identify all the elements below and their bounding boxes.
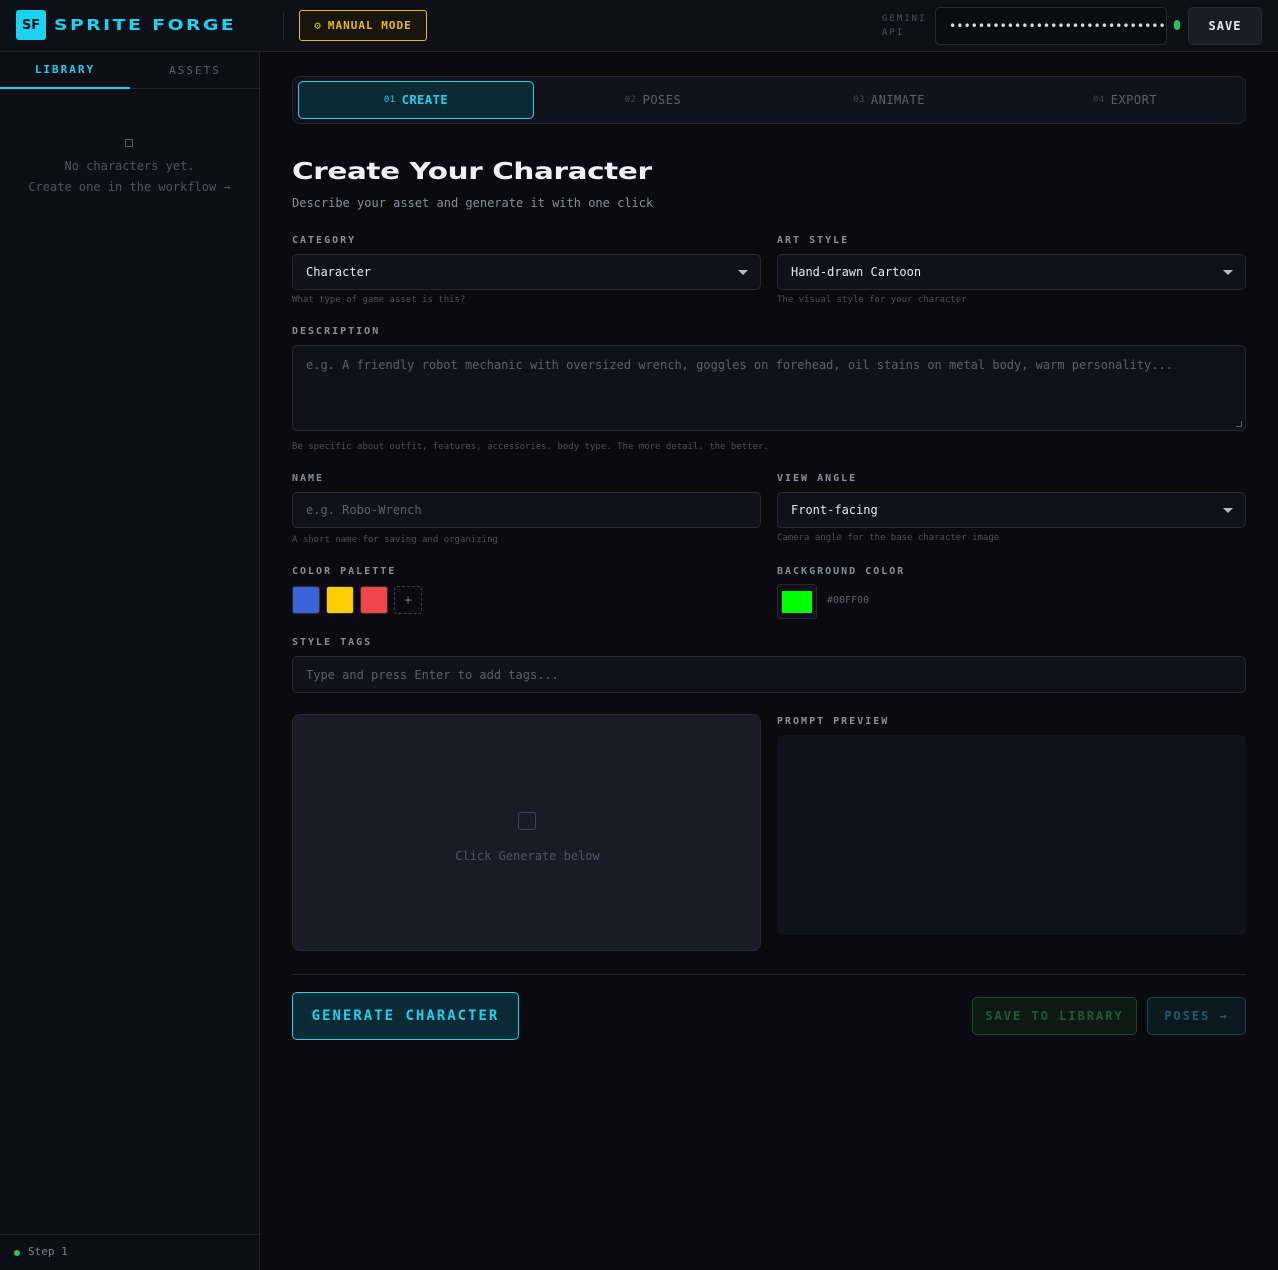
step-label: CREATE	[401, 93, 449, 107]
background-color-hex: #00FF00	[827, 595, 870, 606]
sidebar-tabs: LIBRARY ASSETS	[0, 52, 259, 89]
art-style-hint: The visual style for your character	[777, 295, 967, 305]
empty-box-icon	[125, 139, 133, 147]
view-angle-hint: Camera angle for the base character imag…	[777, 533, 1000, 543]
step-label: EXPORT	[1110, 93, 1158, 107]
api-label: GEMINI API	[882, 14, 927, 38]
api-key-input[interactable]: ••••••••••••••••••••••••••••••••	[935, 7, 1167, 45]
chevron-down-icon	[1223, 508, 1233, 513]
step-poses[interactable]: 02 POSES	[535, 81, 771, 119]
page-subtitle: Describe your asset and generate it with…	[292, 196, 654, 210]
next-poses-button[interactable]: POSES →	[1147, 997, 1246, 1035]
background-color-picker[interactable]	[777, 584, 817, 619]
art-style-label: ART STYLE	[777, 235, 850, 246]
image-placeholder-icon	[518, 812, 536, 830]
step-label: ANIMATE	[870, 93, 925, 107]
art-style-select[interactable]: Hand-drawn Cartoon	[777, 254, 1246, 290]
description-textarea[interactable]: e.g. A friendly robot mechanic with over…	[292, 345, 1246, 431]
chevron-down-icon	[738, 270, 748, 275]
palette-swatch-blue[interactable]	[292, 586, 320, 614]
description-hint: Be specific about outfit, features, acce…	[292, 442, 769, 452]
workflow-stepper: 01 CREATE 02 POSES 03 ANIMATE 04 EXPORT	[292, 76, 1246, 124]
description-label: DESCRIPTION	[292, 326, 381, 337]
category-select[interactable]: Character	[292, 254, 761, 290]
name-input[interactable]: e.g. Robo-Wrench	[292, 492, 761, 528]
step-status-icon	[14, 1250, 20, 1256]
actions-divider	[292, 974, 1246, 975]
mode-label: MANUAL MODE	[327, 19, 412, 32]
category-label: CATEGORY	[292, 235, 357, 246]
logo-icon: SF	[16, 10, 46, 40]
empty-message: No characters yet.	[64, 159, 195, 173]
step-animate[interactable]: 03 ANIMATE	[771, 81, 1007, 119]
top-bar: SF SPRITE FORGE ⚙ MANUAL MODE GEMINI API…	[0, 0, 1278, 52]
brand-name: SPRITE FORGE	[54, 16, 237, 34]
step-number: 01	[383, 95, 396, 105]
page-title: Create Your Character	[292, 159, 652, 185]
save-to-library-button[interactable]: SAVE TO LIBRARY	[972, 997, 1137, 1035]
api-status-indicator	[1174, 20, 1180, 30]
character-preview: Click Generate below	[292, 714, 761, 951]
header-divider	[283, 12, 284, 40]
category-hint: What type of game asset is this?	[292, 295, 466, 305]
preview-empty-text: Click Generate below	[455, 849, 600, 863]
step-label: POSES	[642, 93, 682, 107]
generate-character-button[interactable]: GENERATE CHARACTER	[292, 992, 519, 1040]
description-placeholder: e.g. A friendly robot mechanic with over…	[306, 358, 1173, 372]
chevron-down-icon	[1223, 270, 1233, 275]
manual-mode-button[interactable]: ⚙ MANUAL MODE	[299, 10, 427, 41]
tab-assets[interactable]: ASSETS	[130, 52, 260, 89]
prompt-preview-panel	[777, 735, 1246, 935]
step-export[interactable]: 04 EXPORT	[1007, 81, 1243, 119]
tab-library[interactable]: LIBRARY	[0, 52, 130, 89]
add-color-button[interactable]: +	[394, 586, 422, 614]
background-color-swatch	[782, 591, 812, 613]
palette-swatch-yellow[interactable]	[326, 586, 354, 614]
art-style-value: Hand-drawn Cartoon	[791, 265, 922, 279]
save-button[interactable]: SAVE	[1188, 7, 1262, 45]
style-tags-input[interactable]: Type and press Enter to add tags...	[292, 656, 1246, 693]
category-value: Character	[306, 265, 372, 279]
view-angle-select[interactable]: Front-facing	[777, 492, 1246, 528]
background-color-label: BACKGROUND COLOR	[777, 566, 906, 577]
name-hint: A short name for saving and organizing	[292, 535, 498, 545]
palette-label: COLOR PALETTE	[292, 566, 397, 577]
prompt-preview-label: PROMPT PREVIEW	[777, 716, 890, 727]
name-label: NAME	[292, 473, 325, 484]
library-empty-state: No characters yet. Create one in the wor…	[0, 156, 259, 198]
empty-hint: Create one in the workflow →	[28, 180, 231, 194]
sidebar: LIBRARY ASSETS No characters yet. Create…	[0, 52, 260, 1270]
style-tags-label: STYLE TAGS	[292, 637, 373, 648]
step-create[interactable]: 01 CREATE	[298, 81, 534, 119]
step-indicator: Step 1	[28, 1245, 68, 1258]
palette-swatch-red[interactable]	[360, 586, 388, 614]
resize-handle-icon[interactable]	[1236, 421, 1242, 427]
view-angle-value: Front-facing	[791, 503, 878, 517]
step-number: 04	[1092, 95, 1105, 105]
gear-icon: ⚙	[314, 19, 322, 32]
step-number: 02	[624, 95, 637, 105]
main-content: 01 CREATE 02 POSES 03 ANIMATE 04 EXPORT …	[260, 52, 1278, 1270]
view-angle-label: VIEW ANGLE	[777, 473, 858, 484]
sidebar-footer: Step 1	[0, 1234, 259, 1270]
step-number: 03	[853, 95, 865, 105]
